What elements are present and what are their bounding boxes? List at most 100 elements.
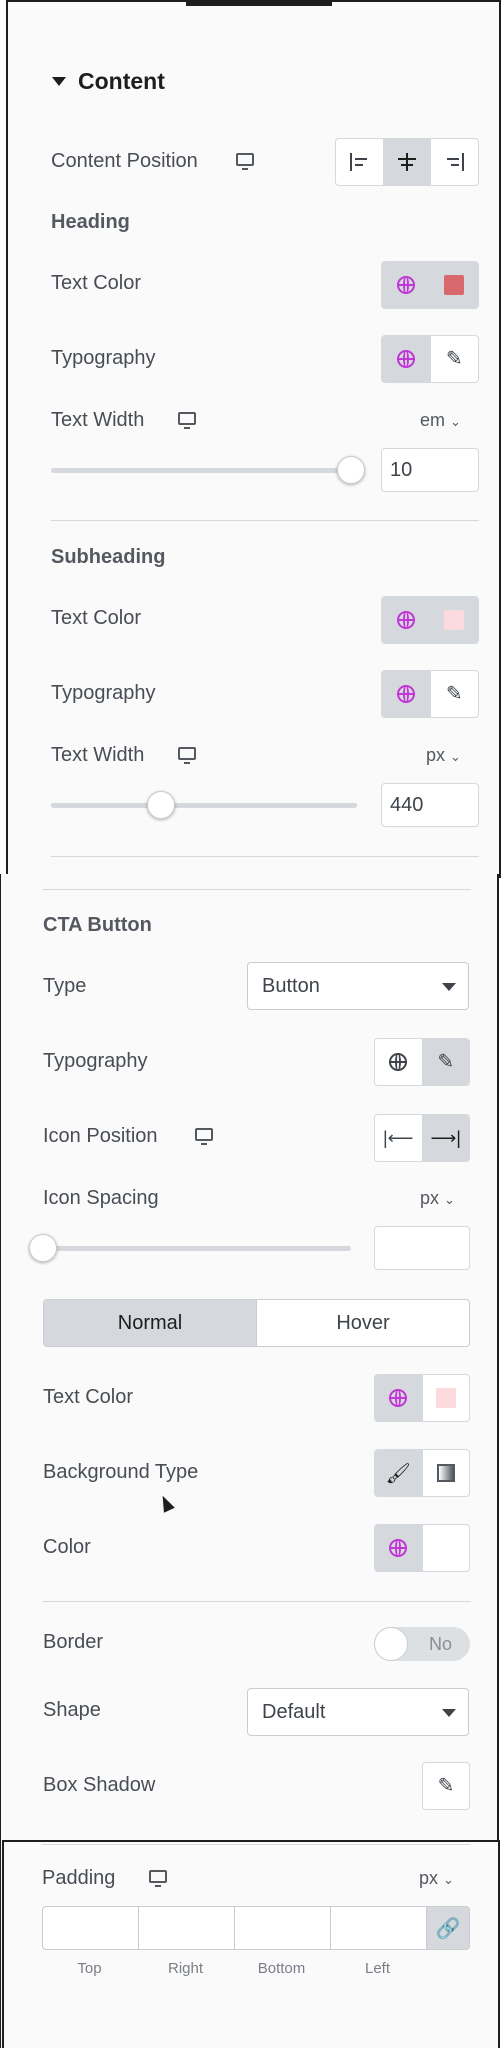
background-type-label: Background Type (43, 1461, 199, 1483)
box-shadow-edit-button[interactable]: ✎ (422, 1762, 470, 1810)
content-section-toggle[interactable]: Content (52, 66, 165, 96)
subheading-color-picker[interactable] (430, 597, 478, 643)
globe-icon (389, 1389, 408, 1407)
globe-icon (396, 350, 415, 368)
globe-icon (396, 685, 415, 703)
heading-global-color-button[interactable] (382, 262, 431, 308)
gradient-icon (436, 1464, 455, 1482)
mouse-cursor-icon (157, 1493, 175, 1513)
subheading-edit-typography-button[interactable]: ✎ (431, 671, 479, 717)
divider (43, 889, 471, 890)
subheading-typography-label: Typography (51, 682, 156, 704)
box-shadow-label: Box Shadow (43, 1774, 156, 1796)
background-global-color-button[interactable] (375, 1525, 423, 1571)
subheading-color-swatch (444, 610, 465, 630)
subheading-width-slider-handle[interactable] (147, 791, 176, 819)
align-center-button[interactable] (383, 139, 432, 185)
background-color-picker[interactable] (423, 1525, 470, 1571)
padding-unit-select[interactable]: px ⌄ (419, 1868, 454, 1889)
heading-width-input[interactable] (381, 448, 479, 492)
divider (51, 856, 479, 857)
cta-edit-typography-button[interactable]: ✎ (422, 1039, 469, 1085)
align-left-icon (350, 153, 368, 171)
shape-select-value: Default (262, 1701, 326, 1723)
globe-icon (389, 1053, 408, 1071)
subheading-typography-control: ✎ (381, 670, 479, 718)
caret-down-icon (442, 1709, 456, 1717)
subheading-section-title: Subheading (51, 546, 166, 568)
content-position-group (335, 138, 479, 186)
pencil-icon: ✎ (445, 683, 463, 705)
tab-hover[interactable]: Hover (256, 1300, 469, 1346)
subheading-text-color-label: Text Color (51, 607, 142, 629)
heading-unit-value: em (420, 410, 446, 430)
icon-position-before-button[interactable]: |⟵ (375, 1115, 423, 1161)
subheading-width-input[interactable] (381, 783, 479, 827)
box-shadow-edit-area[interactable]: ✎ (423, 1763, 469, 1809)
heading-text-color-control (381, 261, 479, 309)
padding-inputs: 🔗 (42, 1906, 470, 1950)
heading-edit-typography-button[interactable]: ✎ (431, 336, 479, 382)
subheading-global-typography-button[interactable] (382, 671, 431, 717)
desktop-icon[interactable] (178, 412, 196, 429)
content-position-label: Content Position (51, 150, 198, 172)
link-values-button[interactable]: 🔗 (427, 1907, 469, 1949)
background-classic-button[interactable]: 🖌 (375, 1450, 423, 1496)
padding-bottom-label: Bottom (257, 1960, 306, 1977)
heading-color-swatch (444, 275, 465, 295)
heading-text-color-label: Text Color (51, 272, 142, 294)
padding-top-label: Top (77, 1960, 102, 1977)
heading-width-slider-handle[interactable] (336, 456, 365, 484)
content-panel: Content Content Position Heading Text Co… (6, 0, 501, 878)
icon-spacing-slider[interactable] (43, 1246, 351, 1251)
panel-top-bar (186, 2, 332, 6)
color-label: Color (43, 1536, 91, 1558)
padding-left-input[interactable] (331, 1907, 427, 1949)
cta-global-color-button[interactable] (375, 1375, 423, 1421)
icon-position-after-button[interactable]: ⟶| (422, 1115, 469, 1161)
icon-spacing-label: Icon Spacing (43, 1187, 159, 1209)
desktop-icon[interactable] (195, 1128, 213, 1145)
subheading-text-color-control (381, 596, 479, 644)
link-icon: 🔗 (435, 1917, 461, 1940)
desktop-icon[interactable] (178, 747, 196, 764)
type-select[interactable]: Button (247, 962, 469, 1010)
state-tabs: Normal Hover (43, 1299, 470, 1347)
cta-global-typography-button[interactable] (375, 1039, 423, 1085)
cta-color-picker[interactable] (423, 1375, 470, 1421)
icon-spacing-slider-handle[interactable] (29, 1234, 57, 1262)
border-toggle[interactable]: No (374, 1627, 470, 1661)
align-right-button[interactable] (431, 139, 478, 185)
heading-color-picker[interactable] (430, 262, 478, 308)
heading-width-slider[interactable] (51, 468, 357, 473)
globe-icon (389, 1539, 408, 1557)
subheading-width-slider[interactable] (51, 803, 357, 808)
subheading-unit-value: px (426, 745, 446, 765)
pencil-icon: ✎ (445, 348, 463, 370)
chevron-down-icon: ⌄ (450, 749, 461, 764)
heading-unit-select[interactable]: em ⌄ (420, 410, 461, 431)
align-left-button[interactable] (336, 139, 384, 185)
padding-right-input[interactable] (139, 1907, 235, 1949)
tab-normal[interactable]: Normal (44, 1300, 256, 1346)
subheading-unit-select[interactable]: px ⌄ (426, 745, 461, 766)
heading-global-typography-button[interactable] (382, 336, 431, 382)
divider (43, 1601, 471, 1602)
padding-top-input[interactable] (43, 1907, 139, 1949)
border-toggle-text: No (428, 1634, 452, 1654)
icon-spacing-input[interactable] (374, 1226, 470, 1270)
content-section-title: Content (78, 67, 165, 94)
type-label: Type (43, 975, 87, 997)
background-gradient-button[interactable] (423, 1450, 470, 1496)
desktop-icon[interactable] (149, 1870, 167, 1887)
divider (51, 520, 479, 521)
caret-down-icon (52, 76, 66, 86)
shape-select[interactable]: Default (247, 1688, 469, 1736)
subheading-global-color-button[interactable] (382, 597, 431, 643)
align-right-icon (446, 153, 464, 171)
icon-spacing-unit-select[interactable]: px ⌄ (420, 1188, 455, 1209)
cta-color-swatch (435, 1388, 456, 1408)
desktop-icon[interactable] (236, 153, 254, 170)
arrow-right-bar-icon: ⟶| (430, 1127, 461, 1148)
padding-bottom-input[interactable] (235, 1907, 331, 1949)
